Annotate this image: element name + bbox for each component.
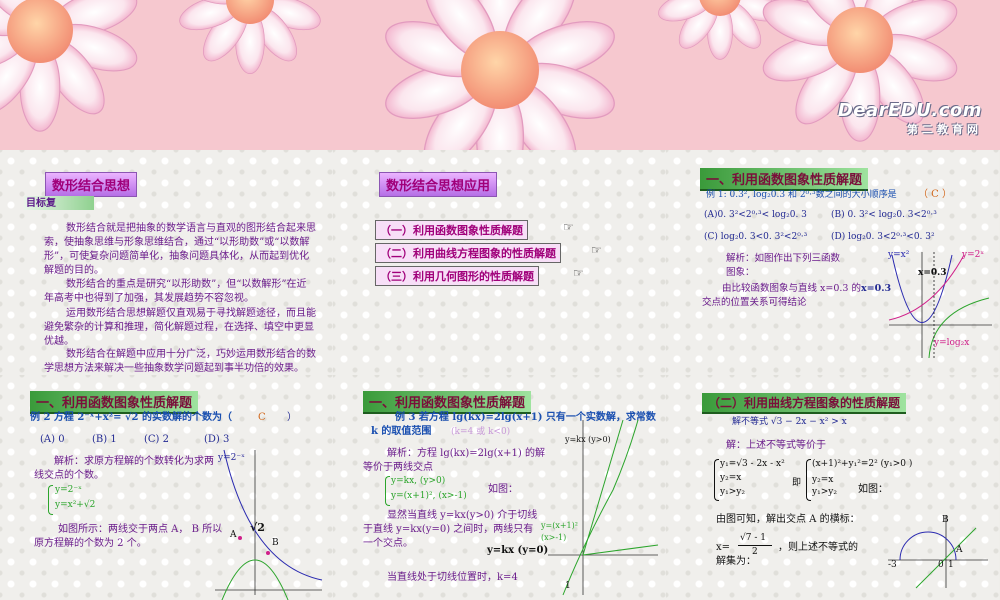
point-b-label: B [942,515,949,525]
slide-thumbnail-3[interactable]: 一、利用函数图象性质解题 例 1: 0.3², log₂0.3 和 2⁰·³数之… [666,150,999,375]
slide6-solution-2: 由图可知，解出交点 A 的横标： [716,514,860,525]
slide2-title: 数形结合思想应用 [379,172,498,197]
slide-thumbnail-6[interactable]: （二）利用曲线方程图象的性质解题 解不等式 √3 − 2x − x² > x 解… [666,375,999,600]
slide6-example: 解不等式 √3 − 2x − x² > x [732,417,847,427]
point-a-label: A [956,545,963,555]
slide6-figure-ref: 如图： [858,484,888,495]
tick-minus-3: -3 [888,560,897,570]
label-ylog: y=log₂x [934,338,970,348]
pointing-hand-icon: ☞ [591,243,602,257]
slide5-figure-ref: 如图： [488,484,518,495]
system-eq-2: y=x²+√2 [55,500,96,510]
label-ykx: y=kx (y>0) [565,435,611,444]
slide-thumbnail-4[interactable]: 一、利用函数图象性质解题 例 2 方程 2⁻ˣ+x²= √2 的实数解的个数为（… [0,375,333,600]
slide1-paragraph-2: 数形结合的重点是研究“以形助数”，但“以数解形”在近年高考中也得到了加强，其发展… [44,279,307,304]
slide6-circle-plot [888,515,988,589]
slide-grid: 数形结合思想 目标复 数形结合就是把抽象的数学语言与直观的图形结合起来思索，使抽… [0,150,1000,600]
slide1-paragraph-4: 数形结合在解题中应用十分广泛，巧妙运用数形结合的数学思想方法来解决一些抽象数学问… [44,349,316,374]
fraction-numerator: √7 - 1 [740,533,766,543]
slide4-example: 例 2 方程 2⁻ˣ+x²= √2 的实数解的个数为（ [30,412,232,423]
label-ykx-zero: y=kx (y=0) [487,545,549,556]
pointing-hand-icon: ☞ [563,220,574,234]
brace [714,459,719,501]
label-y-x2: y=x² [888,250,910,260]
point-b-label: B [272,538,279,548]
label-y-2x: y=2ˣ [962,250,985,260]
option-c: (C) log₂0. 3<0. 3²<2⁰·³ [704,232,808,242]
option-a: (A)0. 3²<2⁰·³< log₂0. 3 [704,210,807,220]
equivalence-word: 即 [792,478,802,488]
brand-subtitle: 第二教育网 [907,123,982,136]
slide3-solution-1: 解析：如图作出下列三函数图象： [726,253,841,278]
slide4-solution-2: 如图所示：两线交于两点 A， B 所以原方程解的个数为 2 个。 [34,524,223,549]
brand-name: DearEDU.com [837,100,982,121]
option-b: (B) 0. 3²< log₂0. 3<2⁰·³ [831,210,937,220]
slide4-function-plot [215,449,323,600]
brace [806,459,811,501]
label-one: 1 [565,581,571,591]
slide6-solution-3: ，则上述不等式的 [778,542,858,553]
tick-one: 1 [948,560,954,570]
label-sqrt2: √2 [250,521,265,534]
brace [385,476,390,506]
slide6-x-equals: x= [716,542,731,553]
system-eq-5: y₂=x [812,475,834,485]
slide6-solution-4: 解集为： [716,556,756,567]
slide4-solution-1: 解析：求原方程解的个数转化为求两线交点的个数。 [34,456,214,481]
slide1-subtitle: 目标复 [26,198,56,209]
system-eq-2: y₂=x [720,473,742,483]
slide5-hint: (k=4 或 k<0) [451,427,511,437]
menu-item-1[interactable]: （一）利用函数图象性质解题 [375,220,528,240]
system-eq-1: y₁=√3 - 2x - x² [720,459,785,469]
slide1-paragraph-1: 数形结合就是把抽象的数学语言与直观的图形结合起来思索，使抽象思维与形象思维结合，… [44,223,316,276]
system-eq-1: y=2⁻ˣ [55,485,82,495]
slide4-answer: C [258,412,266,423]
fraction-bar [738,545,772,546]
slide3-answer: （ C ） [918,189,953,200]
slide4-close-paren: ） [287,412,297,423]
menu-item-3[interactable]: （三）利用几何图形的性质解题 [375,266,539,286]
brand-logo: DearEDU.com 第二教育网 [838,100,982,137]
system-eq-3: y₁>y₂ [720,487,745,497]
slide-thumbnail-5[interactable]: 一、利用函数图象性质解题 例 3 若方程 lg(kx)=2lg(x+1) 只有一… [333,375,666,600]
header-banner: DearEDU.com 第二教育网 [0,0,1000,150]
tick-zero: 0 [938,560,944,570]
option-d: (D) log₂0. 3<2⁰·³<0. 3² [831,232,935,242]
slide6-solution-1: 解：上述不等式等价于 [726,440,826,451]
slide3-example: 例 1: 0.3², log₂0.3 和 2⁰·³数之间的大小顺序是 [706,190,897,200]
system-eq-2: y=(x+1)², (x>-1) [391,491,467,501]
slide5-solution-1: 解析：方程 lg(kx)=2lg(x+1) 的解等价于两线交点 [363,448,545,473]
slide4-option-c: (C) 2 [144,434,169,445]
slide1-paragraph-3: 运用数形结合思想解题仅直观易于寻找解题途径，而且能避免繁杂的计算和推理，简化解题… [44,308,316,347]
label-parabola-domain: (x>-1) [541,533,567,542]
point-a-label: A [230,530,237,540]
label-y2-neg-x: y=2⁻ˣ [218,453,245,463]
menu-item-2[interactable]: （二）利用曲线方程图象的性质解题 [375,243,561,263]
slide3-solution-2: 由比较函数图象与直线 x=0.3 的交点的位置关系可得结论 [702,283,861,308]
slide6-title: （二）利用曲线方程图象的性质解题 [702,393,907,414]
slide4-option-b: (B) 1 [92,434,117,445]
slide1-title: 数形结合思想 [45,172,138,197]
pointing-hand-icon: ☞ [573,266,584,280]
slide-thumbnail-2[interactable]: 数形结合思想应用 （一）利用函数图象性质解题 ☞ （二）利用曲线方程图象的性质解… [333,150,666,375]
brace [48,485,53,515]
slide4-option-a: (A) 0 [40,434,65,445]
system-eq-1: y=kx, (y>0) [391,476,446,486]
label-parabola: y=(x+1)² [541,521,578,530]
system-eq-4: (x+1)²+y₁²=2² (y₁>0 ) [812,459,913,469]
system-eq-6: y₁>y₂ [812,487,837,497]
label-x03: x=0.3 [918,268,947,278]
slide-thumbnail-1[interactable]: 数形结合思想 目标复 数形结合就是把抽象的数学语言与直观的图形结合起来思索，使抽… [0,150,333,375]
